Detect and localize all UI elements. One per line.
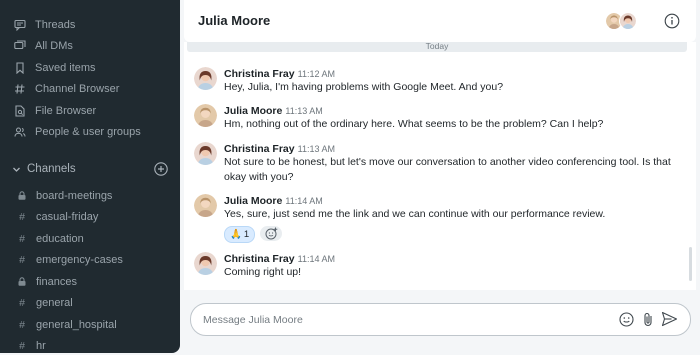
bookmark-icon: [16, 62, 24, 74]
channel-item[interactable]: board-meetings: [18, 185, 168, 207]
participants-avatars[interactable]: [605, 12, 639, 30]
sidebar: Threads All DMs Saved items Channel Brow…: [0, 0, 180, 353]
conversation-title: Julia Moore: [198, 13, 271, 28]
add-channel-icon[interactable]: [154, 162, 168, 176]
message-input[interactable]: [201, 310, 615, 330]
channels-section-header[interactable]: Channels: [12, 159, 168, 179]
nav-item-saved-items[interactable]: Saved items: [14, 57, 174, 79]
message-time: 11:13 AM: [285, 106, 323, 116]
message-author[interactable]: Christina Fray: [224, 253, 295, 265]
message-author[interactable]: Julia Moore: [224, 195, 282, 207]
add-reaction-button[interactable]: [260, 226, 283, 241]
channel-item[interactable]: finances: [18, 271, 168, 293]
reactions: 🙏 1: [224, 226, 283, 243]
message-author[interactable]: Julia Moore: [224, 105, 282, 117]
message-text: Coming right up!: [224, 266, 302, 278]
add-reaction-icon: [265, 227, 277, 240]
nav-item-all-dms[interactable]: All DMs: [14, 36, 174, 58]
channel-list: board-meetings # casual-friday # educati…: [18, 185, 168, 353]
message-time: 11:13 AM: [297, 144, 335, 154]
nav-item-file-browser[interactable]: File Browser: [14, 100, 174, 122]
paperclip-icon[interactable]: [642, 312, 654, 327]
date-divider: Today: [187, 42, 687, 52]
scrollbar[interactable]: [689, 247, 692, 281]
threads-icon: [14, 19, 26, 31]
channel-item[interactable]: # education: [18, 228, 168, 250]
nav-item-threads[interactable]: Threads: [14, 14, 174, 36]
channel-name: general_hospital: [36, 318, 117, 331]
channel-name: casual-friday: [36, 211, 99, 224]
nav-label: Channel Browser: [35, 83, 120, 96]
message-meta: Julia Moore 11:14 AM: [224, 194, 323, 207]
avatar-christina-fray[interactable]: [194, 67, 217, 90]
channel-item[interactable]: # hr: [18, 336, 168, 354]
emoji-icon[interactable]: [619, 312, 634, 327]
message-time: 11:14 AM: [285, 196, 323, 206]
message-author[interactable]: Christina Fray: [224, 143, 295, 155]
channel-name: finances: [36, 275, 77, 288]
message-meta: Christina Fray 11:13 AM: [224, 142, 335, 155]
pray-emoji-icon: 🙏: [230, 229, 242, 240]
nav-label: All DMs: [35, 40, 73, 53]
dms-icon: [14, 40, 26, 50]
channel-name: general: [36, 297, 73, 310]
avatar: [619, 12, 637, 30]
nav-item-people[interactable]: People & user groups: [14, 122, 174, 144]
hash-icon: #: [19, 340, 25, 353]
message-list: Today Christina Fray 11:12 AM Hey, Julia,…: [184, 42, 696, 290]
channel-name: emergency-cases: [36, 254, 123, 267]
send-icon[interactable]: [661, 311, 678, 327]
avatar-christina-fray[interactable]: [194, 252, 217, 275]
message-author[interactable]: Christina Fray: [224, 68, 295, 80]
channel-name: education: [36, 232, 84, 245]
nav-item-channel-browser[interactable]: Channel Browser: [14, 79, 174, 101]
lock-icon: [18, 191, 26, 201]
message-time: 11:12 AM: [297, 69, 335, 79]
channel-item[interactable]: # general_hospital: [18, 314, 168, 336]
hash-icon: #: [19, 297, 25, 310]
nav-label: File Browser: [35, 104, 97, 117]
channel-browser-icon: [15, 84, 25, 94]
hash-icon: #: [19, 211, 25, 224]
message-text: Yes, sure, just send me the link and we …: [224, 208, 606, 220]
sidebar-nav: Threads All DMs Saved items Channel Brow…: [14, 14, 174, 143]
reaction-chip[interactable]: 🙏 1: [224, 226, 256, 243]
message-meta: Christina Fray 11:12 AM: [224, 67, 335, 80]
message-text: Not sure to be honest, but let's move ou…: [224, 156, 671, 183]
nav-label: People & user groups: [35, 126, 141, 139]
nav-label: Saved items: [35, 61, 96, 74]
channel-name: board-meetings: [36, 189, 113, 202]
message-text: Hey, Julia, I'm having problems with Goo…: [224, 81, 504, 93]
message-meta: Christina Fray 11:14 AM: [224, 252, 335, 265]
channels-label: Channels: [27, 163, 76, 175]
channel-item[interactable]: # general: [18, 293, 168, 315]
conversation-header: Julia Moore: [184, 0, 696, 42]
channel-name: hr: [36, 340, 46, 353]
hash-icon: #: [19, 318, 25, 331]
chevron-down-icon: [13, 167, 20, 172]
people-icon: [14, 127, 26, 137]
avatar-julia-moore[interactable]: [194, 104, 217, 127]
hash-icon: #: [19, 254, 25, 267]
message-meta: Julia Moore 11:13 AM: [224, 104, 323, 117]
lock-icon: [18, 277, 26, 287]
message-text: Hm, nothing out of the ordinary here. Wh…: [224, 118, 604, 130]
channel-item[interactable]: # emergency-cases: [18, 250, 168, 272]
avatar-christina-fray[interactable]: [194, 142, 217, 165]
hash-icon: #: [19, 232, 25, 245]
nav-label: Threads: [35, 18, 76, 31]
reaction-count: 1: [243, 229, 250, 240]
message-composer: [190, 303, 691, 336]
message-time: 11:14 AM: [297, 254, 335, 264]
info-icon[interactable]: [664, 13, 680, 29]
file-browser-icon: [15, 105, 25, 117]
avatar-julia-moore[interactable]: [194, 194, 217, 217]
channel-item[interactable]: # casual-friday: [18, 207, 168, 229]
